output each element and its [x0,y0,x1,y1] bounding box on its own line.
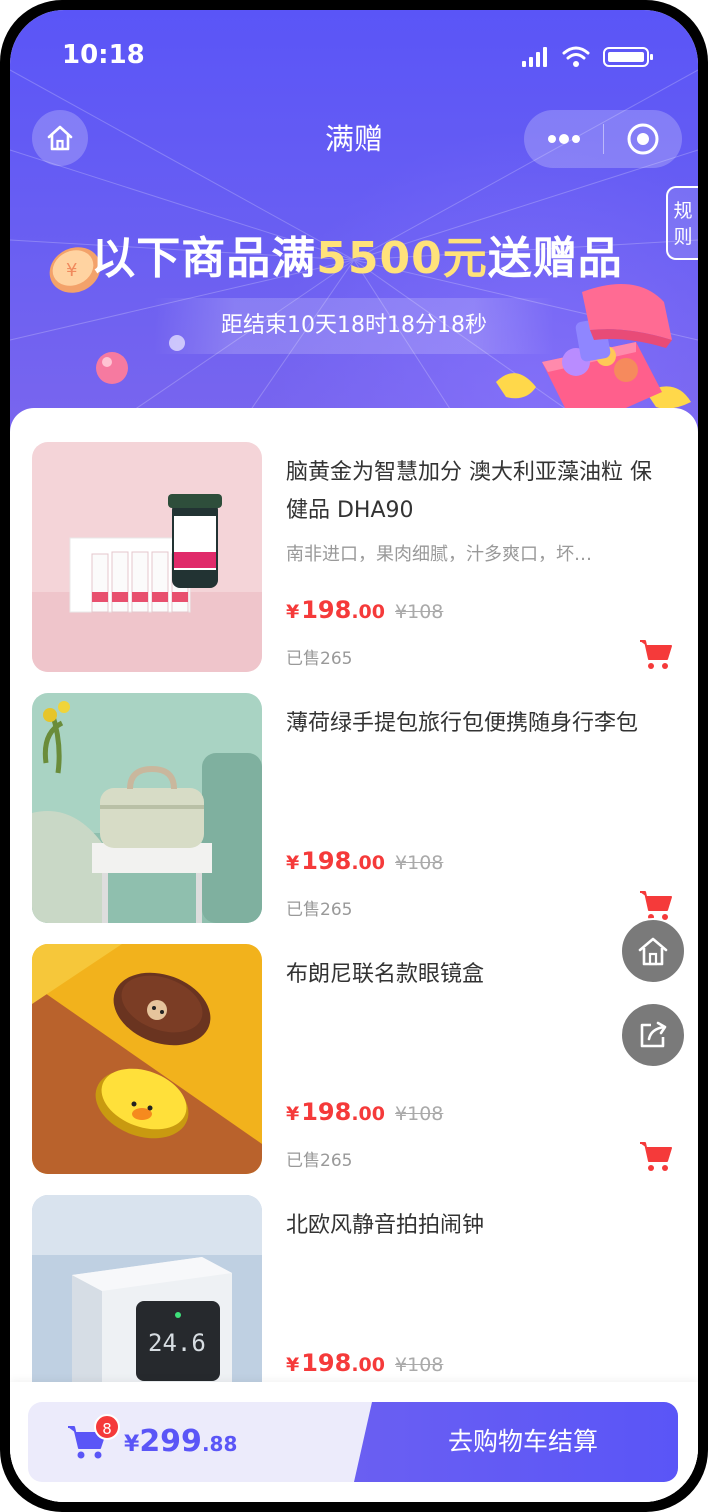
price-integer: 198 [301,1349,352,1377]
nav-bar: 满赠 [10,102,698,172]
price-decimal: .00 [351,852,386,874]
signal-icon [522,47,547,67]
product-image [32,442,262,672]
checkout-button[interactable]: 去购物车结算 [354,1402,678,1482]
total-currency: ¥ [124,1432,140,1457]
mini-program-capsule [524,110,682,168]
price-integer: 198 [301,1098,352,1126]
total-integer: 299 [139,1424,202,1459]
clock-display: 24.6 [148,1329,206,1357]
cart-icon[interactable] [638,1140,674,1172]
cart-icon[interactable] [638,638,674,670]
price-currency: ¥ [286,601,300,623]
product-card[interactable]: 布朗尼联名款眼镜盒 ¥198.00 ¥108 已售265 [32,944,678,1174]
device-frame: 10:18 满赠 规 则 ¥ 以下商品满5500元送赠品 距结束10天18时18… [0,0,708,1512]
screen: 10:18 满赠 规 则 ¥ 以下商品满5500元送赠品 距结束10天18时18… [10,10,698,1502]
promo-text-before: 以下商品满 [91,233,317,284]
wifi-icon [562,46,590,60]
original-price: ¥108 [395,852,444,874]
home-icon [638,937,668,966]
product-name: 北欧风静音拍拍闹钟 [286,1213,485,1238]
product-card[interactable]: 薄荷绿手提包旅行包便携随身行李包 ¥198.00 ¥108 已售265 [32,693,678,923]
share-icon [640,1021,667,1048]
price-currency: ¥ [286,1103,300,1125]
cart-count-badge: 8 [94,1414,120,1440]
price-currency: ¥ [286,1354,300,1376]
product-name: 薄荷绿手提包旅行包便携随身行李包 [286,711,639,736]
cart-bar: 8 ¥299.88 去购物车结算 [10,1382,698,1502]
price-integer: 198 [301,847,352,875]
cart-total: ¥299.88 [124,1424,237,1459]
more-button[interactable] [524,110,604,168]
price-decimal: .00 [351,1354,386,1376]
ball-decoration [96,352,128,384]
promo-amount: 5500元 [316,233,488,284]
target-icon [627,123,659,155]
total-decimal: .88 [201,1432,238,1456]
sold-count: 已售265 [286,1151,353,1171]
close-mini-program-button[interactable] [604,110,682,168]
product-card[interactable]: 脑黄金为智慧加分 澳大利亚藻油粒 保健品 DHA90 南非进口，果肉细腻，汁多爽… [32,442,678,672]
status-icons [522,46,653,67]
float-share-button[interactable] [620,1002,686,1068]
cart-icon[interactable] [638,889,674,921]
original-price: ¥108 [395,601,444,623]
cart-summary: 8 ¥299.88 去购物车结算 [28,1402,678,1482]
sold-count: 已售265 [286,649,353,669]
battery-icon [603,47,653,67]
product-description: 南非进口，果肉细腻，汁多爽口，坏… [286,544,592,565]
product-price: ¥198.00 ¥108 [286,1098,443,1126]
product-price: ¥198.00 ¥108 [286,596,443,624]
original-price: ¥108 [395,1354,444,1376]
sold-count: 已售265 [286,900,353,920]
original-price: ¥108 [395,1103,444,1125]
float-home-button[interactable] [620,918,686,984]
price-currency: ¥ [286,852,300,874]
status-time: 10:18 [62,40,145,70]
more-icon [548,134,580,144]
price-decimal: .00 [351,601,386,623]
price-decimal: .00 [351,1103,386,1125]
product-image [32,693,262,923]
product-price: ¥198.00 ¥108 [286,1349,443,1377]
product-price: ¥198.00 ¥108 [286,847,443,875]
price-integer: 198 [301,596,352,624]
rules-label-line1: 规 [673,200,693,222]
product-list: 脑黄金为智慧加分 澳大利亚藻油粒 保健品 DHA90 南非进口，果肉细腻，汁多爽… [10,408,698,1502]
cart-total-area[interactable]: 8 ¥299.88 [28,1402,368,1482]
promo-banner: 10:18 满赠 规 则 ¥ 以下商品满5500元送赠品 距结束10天18时18… [10,10,698,440]
product-name: 布朗尼联名款眼镜盒 [286,962,485,987]
product-image [32,944,262,1174]
product-name: 脑黄金为智慧加分 澳大利亚藻油粒 保健品 DHA90 [286,460,652,523]
